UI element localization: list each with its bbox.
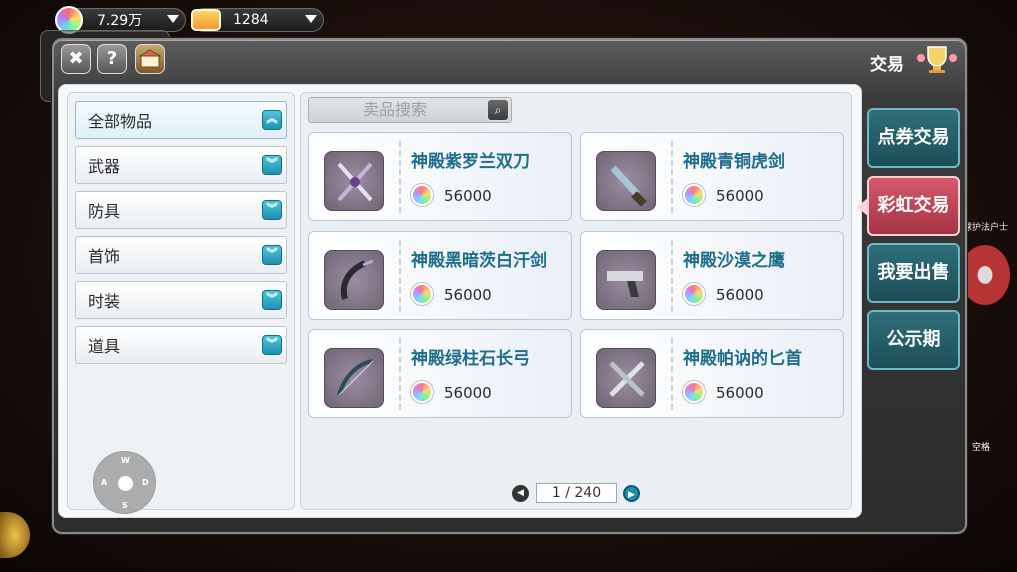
rainbow-currency-amount: 7.29万 [97,13,143,29]
dropdown-arrow-icon[interactable] [305,15,317,23]
category-label: 首饰 [88,247,121,266]
item-name: 神殿绿柱石长弓 [411,349,530,369]
search-icon[interactable]: ⌕ [487,99,509,121]
expand-arrow-icon[interactable]: ︾ [262,245,282,265]
expand-arrow-icon[interactable]: ︾ [262,200,282,220]
item-card[interactable]: 神殿紫罗兰双刀 56000 [308,132,572,221]
item-name: 神殿黑暗茨白汗剑 [411,251,547,271]
category-label: 防具 [88,202,121,221]
category-armor[interactable]: 防具 ︾ [75,191,287,229]
longbow-icon [324,348,384,408]
rainbow-coin-icon [411,283,433,305]
category-accessory[interactable]: 首饰 ︾ [75,236,287,274]
page-indicator: 1 / 240 [536,483,617,503]
tab-rainbow-trade[interactable]: 彩虹交易 [867,176,960,236]
ticket-currency-display[interactable]: 1284 [191,8,324,32]
rainbow-coin-icon [411,381,433,403]
bronze-sword-icon [596,151,656,211]
rainbow-coin-icon [683,184,705,206]
expand-arrow-icon[interactable]: ︾ [262,290,282,310]
item-name: 神殿紫罗兰双刀 [411,152,530,172]
joystick-up-label: W [121,456,130,465]
category-label: 全部物品 [88,112,153,131]
tab-sell[interactable]: 我要出售 [867,243,960,303]
category-label: 道具 [88,337,121,356]
item-price: 56000 [716,286,764,304]
pistol-icon [596,250,656,310]
previous-page-button[interactable]: ◀ [512,485,529,502]
item-card[interactable]: 神殿绿柱石长弓 56000 [308,329,572,418]
item-price: 56000 [716,187,764,205]
item-price: 56000 [716,384,764,402]
joystick-down-label: S [122,501,128,510]
item-name: 神殿青铜虎剑 [683,152,785,172]
category-all[interactable]: 全部物品 ︽ [75,101,287,139]
category-weapon[interactable]: 武器 ︾ [75,146,287,184]
item-price: 56000 [444,286,492,304]
dropdown-arrow-icon[interactable] [167,15,179,23]
ticket-icon [191,9,221,31]
item-price: 56000 [444,187,492,205]
expand-arrow-icon[interactable]: ︾ [262,155,282,175]
tab-publicity-period[interactable]: 公示期 [867,310,960,370]
rainbow-coin-icon [683,283,705,305]
category-label: 武器 [88,157,121,176]
tab-coupon-trade[interactable]: 点券交易 [867,108,960,168]
space-key-label: 空格 [972,443,991,453]
item-card[interactable]: 神殿沙漠之鹰 56000 [580,231,844,320]
rainbow-coin-icon [683,381,705,403]
expand-arrow-icon[interactable]: ︾ [262,335,282,355]
shop-icon[interactable] [135,44,165,74]
category-props[interactable]: 道具 ︾ [75,326,287,364]
rainbow-currency-display[interactable]: 7.29万 [55,6,186,34]
collapse-arrow-icon[interactable]: ︽ [262,110,282,130]
background-character [960,245,1010,305]
item-card[interactable]: 神殿黑暗茨白汗剑 56000 [308,231,572,320]
joystick-right-label: D [142,478,149,487]
help-button[interactable]: ? [97,44,127,74]
dagger-icon [596,348,656,408]
search-input[interactable]: 卖品搜索 [308,97,512,123]
category-label: 时装 [88,292,121,311]
trophy-icon [917,46,957,73]
background-text: 球护法户士 [963,223,1009,233]
twin-blades-icon [324,151,384,211]
item-name: 神殿沙漠之鹰 [683,251,785,271]
joystick-left-label: A [101,478,108,487]
next-page-button[interactable]: ▶ [623,485,640,502]
ticket-currency-amount: 1284 [233,12,269,28]
dark-sword-icon [324,250,384,310]
rainbow-coin-icon [411,184,433,206]
item-name: 神殿帕讷的匕首 [683,349,802,369]
item-price: 56000 [444,384,492,402]
item-card[interactable]: 神殿青铜虎剑 56000 [580,132,844,221]
item-card[interactable]: 神殿帕讷的匕首 56000 [580,329,844,418]
corner-orb-icon [0,512,30,558]
virtual-joystick[interactable]: W A D S [93,451,156,514]
window-title: 交易 [870,55,904,75]
joystick-knob[interactable] [118,476,133,491]
category-fashion[interactable]: 时装 ︾ [75,281,287,319]
close-button[interactable]: ✖ [61,44,91,74]
